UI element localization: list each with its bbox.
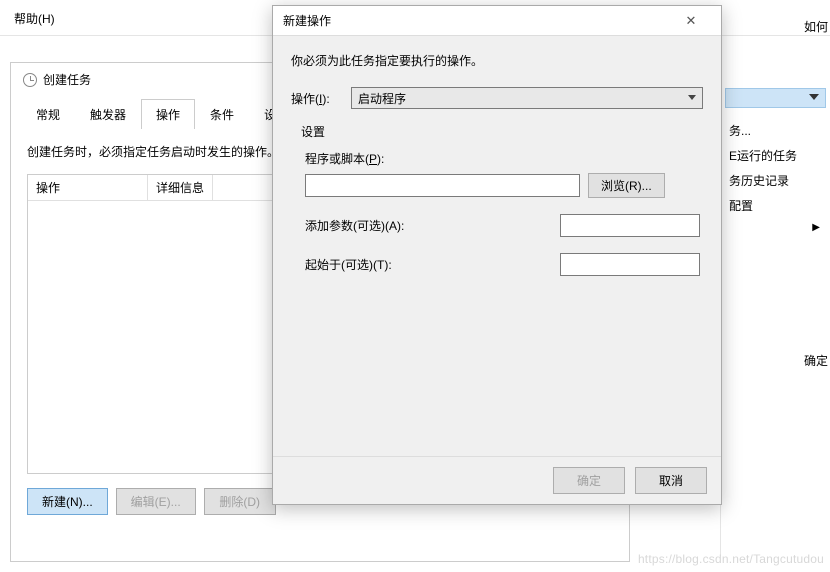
ok-button: 确定 [553,467,625,494]
watermark: https://blog.csdn.net/Tangcutudou [638,552,824,566]
startin-input[interactable] [560,253,700,276]
chevron-down-icon [688,95,696,100]
clock-icon [23,73,37,87]
actions-pane-item[interactable]: 务... [721,118,830,143]
new-action-body: 你必须为此任务指定要执行的操作。 操作(I): 启动程序 设置 程序或脚本(P)… [273,36,721,456]
program-row: 浏览(R)... [305,173,703,198]
col-detail[interactable]: 详细信息 [148,175,213,200]
action-label: 操作(I): [291,90,341,107]
menu-help[interactable]: 帮助(H) [14,12,55,26]
args-input[interactable] [560,214,700,237]
args-row: 添加参数(可选)(A): [305,214,703,237]
startin-row: 起始于(可选)(T): [305,253,703,276]
chevron-up-icon [809,94,819,100]
settings-section: 程序或脚本(P): 浏览(R)... 添加参数(可选)(A): 起始于(可选)(… [305,150,703,276]
new-action-footer: 确定 取消 [273,456,721,504]
tab-actions[interactable]: 操作 [141,99,195,129]
new-button[interactable]: 新建(N)... [27,488,108,515]
fragment-text: 如何 [804,18,828,35]
create-task-title-text: 创建任务 [43,71,91,88]
tab-general[interactable]: 常规 [21,99,75,129]
actions-pane-history[interactable]: 务历史记录 [721,168,830,193]
actions-pane-header[interactable] [725,88,826,108]
fragment-text-2: 确定 [804,352,828,369]
actions-pane-config[interactable]: 配置 [721,193,830,218]
cancel-button[interactable]: 取消 [635,467,707,494]
new-action-dialog: 新建操作 ✕ 你必须为此任务指定要执行的操作。 操作(I): 启动程序 设置 程… [272,5,722,505]
new-action-titlebar[interactable]: 新建操作 ✕ [273,6,721,36]
new-action-title: 新建操作 [283,12,671,29]
action-combobox-value: 启动程序 [358,90,406,107]
action-row: 操作(I): 启动程序 [291,87,703,109]
program-label: 程序或脚本(P): [305,150,703,167]
actions-pane-running[interactable]: E运行的任务 [721,143,830,168]
col-action[interactable]: 操作 [28,175,148,200]
actions-pane: 务... E运行的任务 务历史记录 配置 ▶ [720,36,830,556]
action-combobox[interactable]: 启动程序 [351,87,703,109]
chevron-right-icon: ▶ [721,218,830,237]
settings-section-label: 设置 [301,123,703,140]
browse-button[interactable]: 浏览(R)... [588,173,665,198]
tab-conditions[interactable]: 条件 [195,99,249,129]
new-action-desc: 你必须为此任务指定要执行的操作。 [291,52,703,69]
edit-button: 编辑(E)... [116,488,196,515]
startin-label: 起始于(可选)(T): [305,256,560,273]
program-input[interactable] [305,174,580,197]
delete-button: 删除(D) [204,488,276,515]
args-label: 添加参数(可选)(A): [305,217,560,234]
tab-triggers[interactable]: 触发器 [75,99,141,129]
close-icon[interactable]: ✕ [671,13,711,29]
